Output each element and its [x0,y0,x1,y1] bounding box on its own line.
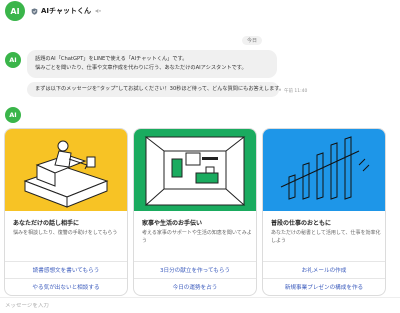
shield-icon [31,7,38,15]
couch-person-illustration [5,129,127,211]
card-action-button[interactable]: 3日分の献立を作ってもらう [134,261,256,278]
card-action-button[interactable]: お礼メールの作成 [263,261,385,278]
suggestion-carousel: あなただけの話し相手に 悩みを相談したり、復讐の手助けをしてもらう 読書感想文を… [4,128,388,296]
card-action-button[interactable]: 読書感想文を書いてもらう [5,261,127,278]
card-title: あなただけの話し相手に [13,220,80,227]
card-action-button[interactable]: 今日の運勢を占う [134,278,256,295]
card-description: 考える家事のサポートや生活の知恵を聞いてみよう [142,230,252,244]
message-timestamp: 午前 11:40 [284,89,308,94]
message-line: 話題のAI「ChatGPT」をLINEで使える「AIチャットくん」です。 [35,56,188,62]
speaker-muted-icon [95,8,101,14]
date-separator: 今日 [242,36,263,45]
card-title: 家事や生活のお手伝い [142,220,203,227]
card-title: 普段の仕事のおともに [271,220,332,227]
bot-avatar-small[interactable]: AI [5,107,21,123]
message-line: 悩みごとを聞いたり、仕事や文章作成を代わりに行う、あなただけのAIアシスタントで… [35,65,247,71]
card-description: 悩みを相談したり、復讐の手助けをしてもらう [13,230,118,236]
message-text: まずは以下のメッセージを“タップ”してお試しください！30秒ほど待って、どんな質… [35,86,285,92]
suggestion-card: 普段の仕事のおともに あなただけの秘書として活用して、仕事を効率化しよう お礼メ… [262,128,386,296]
card-description: あなただけの秘書として活用して、仕事を効率化しよう [271,230,381,244]
bot-avatar-small[interactable]: AI [5,52,21,68]
bot-avatar[interactable]: AI [5,1,25,21]
chat-title: AIチャットくん [41,7,91,15]
message-bubble: まずは以下のメッセージを“タップ”してお試しください！30秒ほど待って、どんな質… [27,82,284,97]
suggestion-card: 家事や生活のお手伝い 考える家事のサポートや生活の知恵を聞いてみよう 3日分の献… [133,128,257,296]
home-room-illustration [134,129,256,211]
message-input[interactable] [5,302,305,309]
growth-bars-illustration [263,129,385,211]
suggestion-card: あなただけの話し相手に 悩みを相談したり、復讐の手助けをしてもらう 読書感想文を… [4,128,128,296]
message-bubble: 話題のAI「ChatGPT」をLINEで使える「AIチャットくん」です。 悩みご… [27,50,277,78]
card-action-button[interactable]: 新規事業プレゼンの構成を作る [263,278,385,295]
chat-header: AI AIチャットくん [0,0,400,22]
message-input-bar [0,297,400,313]
card-action-button[interactable]: やる気が出ないと相談する [5,278,127,295]
